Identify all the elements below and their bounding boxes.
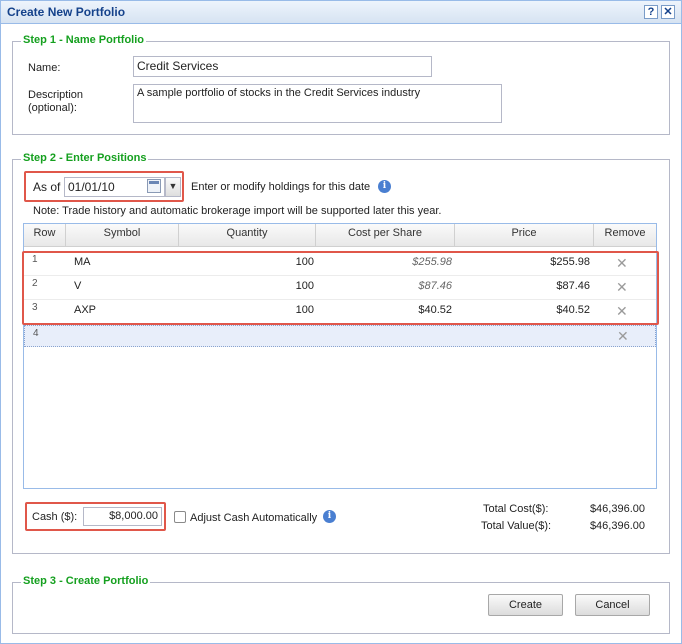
col-remove: Remove (604, 227, 646, 239)
total-value-label: Total Value($): (481, 520, 552, 532)
as-of-label: As of (33, 180, 61, 194)
name-input[interactable]: Credit Services (133, 56, 432, 77)
rows-highlight (22, 251, 659, 325)
step3-legend: Step 3 - Create Portfolio (21, 575, 151, 587)
close-icon[interactable]: ✕ (661, 5, 675, 19)
info-icon[interactable]: i (323, 510, 336, 523)
row-number: 4 (33, 328, 39, 339)
adjust-cash-label: Adjust Cash Automatically (190, 512, 318, 524)
date-hint: Enter or modify holdings for this date (191, 181, 371, 193)
cash-label: Cash ($): (32, 511, 78, 523)
calendar-icon[interactable] (147, 179, 161, 193)
description-label-2: (optional): (28, 102, 77, 114)
total-cost-label: Total Cost($): (483, 503, 549, 515)
step1-legend: Step 1 - Name Portfolio (21, 34, 147, 46)
chevron-down-icon[interactable]: ▼ (165, 177, 181, 197)
total-cost-value: $46,396.00 (589, 503, 645, 515)
grid-header: Row Symbol Quantity Cost per Share Price… (24, 224, 656, 247)
info-icon[interactable]: i (378, 180, 391, 193)
create-button[interactable]: Create (488, 594, 563, 616)
step3-fieldset (12, 582, 670, 634)
col-quantity[interactable]: Quantity (179, 224, 316, 246)
col-row[interactable]: Row (24, 224, 66, 246)
cash-input[interactable]: $8,000.00 (83, 507, 162, 526)
dialog-title: Create New Portfolio (7, 5, 126, 19)
adjust-cash-checkbox[interactable] (174, 511, 186, 523)
col-cost[interactable]: Cost per Share (316, 224, 455, 246)
name-label: Name: (28, 62, 61, 74)
title-bar: Create New Portfolio ? ✕ (1, 1, 681, 24)
table-row-new[interactable]: 4 ✕ (24, 325, 656, 347)
cancel-button[interactable]: Cancel (575, 594, 650, 616)
total-value-value: $46,396.00 (589, 520, 645, 532)
description-label-1: Description (28, 89, 84, 101)
description-input[interactable]: A sample portfolio of stocks in the Cred… (133, 84, 502, 123)
note-text: Note: Trade history and automatic broker… (33, 205, 442, 217)
col-symbol[interactable]: Symbol (66, 224, 179, 246)
step2-legend: Step 2 - Enter Positions (21, 152, 149, 164)
remove-icon[interactable]: ✕ (617, 329, 629, 343)
create-portfolio-dialog: Create New Portfolio ? ✕ Step 1 - Name P… (0, 0, 682, 644)
col-price[interactable]: Price (455, 224, 594, 246)
help-icon[interactable]: ? (644, 5, 658, 19)
